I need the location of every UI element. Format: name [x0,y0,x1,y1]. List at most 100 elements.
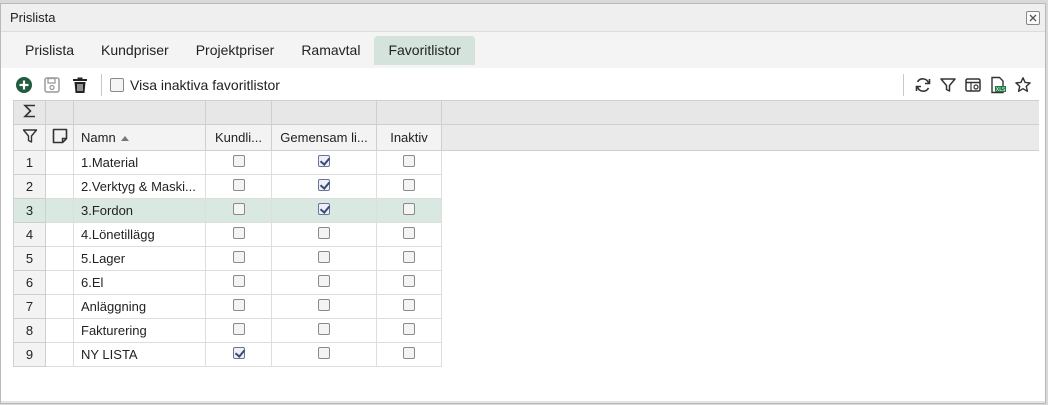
row-inaktiv-cell [376,270,442,295]
row-note-cell [45,222,74,247]
gemensam-checkbox[interactable] [318,299,330,311]
inaktiv-checkbox[interactable] [403,179,415,191]
inaktiv-checkbox[interactable] [403,227,415,239]
inaktiv-checkbox[interactable] [403,203,415,215]
gemensam-checkbox[interactable] [318,275,330,287]
table-row[interactable]: 6 6.El [13,270,1039,295]
row-note-cell [45,294,74,319]
table-row[interactable]: 3 3.Fordon [13,198,1039,223]
row-filter-icon[interactable] [13,124,46,151]
inaktiv-checkbox[interactable] [403,347,415,359]
table-row[interactable]: 2 2.Verktyg & Maski... [13,174,1039,199]
tab-bar: Prislista Kundpriser Projektpriser Ramav… [1,32,1045,68]
tab-favoritlistor[interactable]: Favoritlistor [374,35,475,65]
inaktiv-checkbox[interactable] [403,155,415,167]
toolbar-divider-right [903,74,904,96]
gemensam-checkbox[interactable] [318,203,330,215]
filter-icon[interactable] [937,74,959,96]
row-number: 3 [13,198,46,223]
row-name[interactable]: 5.Lager [73,246,206,271]
row-number: 8 [13,318,46,343]
row-note-cell [45,270,74,295]
column-header-inaktiv[interactable]: Inaktiv [376,124,442,151]
row-note-cell [45,342,74,367]
trash-icon[interactable] [69,74,91,96]
row-kundlista-cell [205,318,272,343]
row-name[interactable]: 1.Material [73,150,206,175]
row-note-cell [45,198,74,223]
gemensam-checkbox[interactable] [318,179,330,191]
column-header-gemensam[interactable]: Gemensam li... [271,124,377,151]
kundlista-checkbox[interactable] [232,251,245,263]
close-icon[interactable] [1026,10,1040,25]
row-inaktiv-cell [376,174,442,199]
row-number: 9 [13,342,46,367]
row-kundlista-cell [205,222,272,247]
sum-icon[interactable] [13,100,46,125]
row-gemensam-cell [271,222,377,247]
tab-projektpriser[interactable]: Projektpriser [183,36,288,65]
gemensam-checkbox[interactable] [318,323,330,335]
row-kundlista-cell [205,246,272,271]
refresh-icon[interactable] [912,74,934,96]
row-note-cell [45,246,74,271]
row-name[interactable]: 2.Verktyg & Maski... [73,174,206,199]
column-header-kundlista[interactable]: Kundli... [205,124,272,151]
show-inactive-label: Visa inaktiva favoritlistor [130,77,280,93]
kundlista-checkbox[interactable] [232,299,245,311]
tab-ramavtal[interactable]: Ramavtal [288,36,373,65]
inaktiv-checkbox[interactable] [403,275,415,287]
table-row[interactable]: 4 4.Lönetillägg [13,222,1039,247]
row-name[interactable]: Fakturering [73,318,206,343]
inaktiv-checkbox[interactable] [403,323,415,335]
window-title: Prislista [10,10,56,25]
gemensam-checkbox[interactable] [318,251,330,263]
gemensam-checkbox[interactable] [318,155,330,167]
summary-row [13,100,1039,125]
kundlista-checkbox[interactable] [232,155,245,167]
kundlista-checkbox[interactable] [232,227,245,239]
tab-kundpriser[interactable]: Kundpriser [88,36,182,65]
row-number: 2 [13,174,46,199]
row-inaktiv-cell [376,318,442,343]
kundlista-checkbox[interactable] [232,275,245,287]
tab-prislista[interactable]: Prislista [12,36,87,65]
svg-text:XLS: XLS [996,87,1005,93]
inaktiv-checkbox[interactable] [403,251,415,263]
excel-export-icon[interactable]: XLS [987,74,1009,96]
prislista-window: Prislista Prislista Kundpriser Projektpr… [0,3,1046,404]
table-row[interactable]: 1 1.Material [13,150,1039,175]
kundlista-checkbox[interactable] [232,323,245,335]
save-icon[interactable] [41,74,63,96]
table-row[interactable]: 9 NY LISTA [13,342,1039,367]
column-settings-icon[interactable] [962,74,984,96]
favorites-grid: Namn Kundli... Gemensam li... Inaktiv 11… [13,100,1039,367]
header-row: Namn Kundli... Gemensam li... Inaktiv [13,124,1039,151]
table-row[interactable]: 8 Fakturering [13,318,1039,343]
row-kundlista-cell [205,342,272,367]
note-icon[interactable] [45,124,74,151]
gemensam-checkbox[interactable] [318,227,330,239]
row-name[interactable]: NY LISTA [73,342,206,367]
table-row[interactable]: 7 Anläggning [13,294,1039,319]
star-icon[interactable] [1012,74,1034,96]
row-name[interactable]: Anläggning [73,294,206,319]
row-number: 4 [13,222,46,247]
kundlista-checkbox[interactable] [232,347,245,359]
row-inaktiv-cell [376,150,442,175]
show-inactive-toggle[interactable]: Visa inaktiva favoritlistor [110,77,280,93]
add-icon[interactable] [13,74,35,96]
column-header-name[interactable]: Namn [73,124,206,151]
table-row[interactable]: 5 5.Lager [13,246,1039,271]
row-kundlista-cell [205,174,272,199]
row-gemensam-cell [271,318,377,343]
kundlista-checkbox[interactable] [232,179,245,191]
row-name[interactable]: 4.Lönetillägg [73,222,206,247]
show-inactive-checkbox[interactable] [110,78,124,92]
inaktiv-checkbox[interactable] [403,299,415,311]
kundlista-checkbox[interactable] [232,203,245,215]
row-name[interactable]: 6.El [73,270,206,295]
gemensam-checkbox[interactable] [318,347,330,359]
row-name[interactable]: 3.Fordon [73,198,206,223]
row-gemensam-cell [271,150,377,175]
